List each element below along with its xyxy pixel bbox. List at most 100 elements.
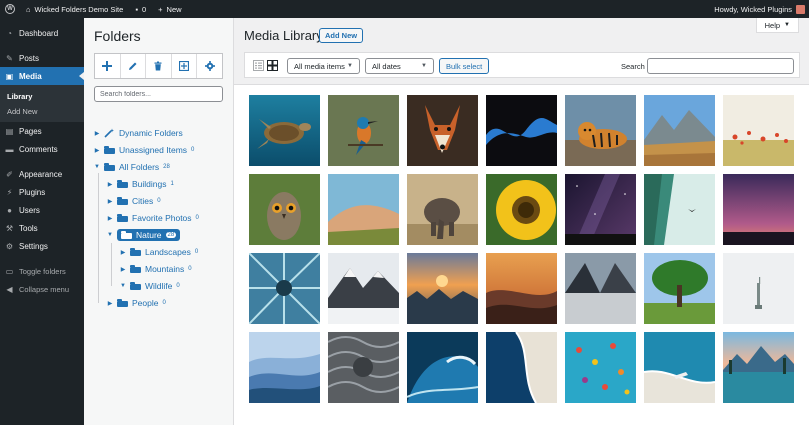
media-item-snowy-mountain[interactable]: [328, 253, 399, 324]
caret-down-icon[interactable]: ▼: [94, 164, 100, 170]
expand-all-button[interactable]: [172, 54, 198, 78]
caret-right-icon[interactable]: ▶: [94, 130, 100, 137]
comments-icon: ▬: [5, 144, 14, 154]
sidebar-item-label: Tools: [19, 223, 38, 233]
media-item-tiger[interactable]: [565, 95, 636, 166]
sidebar-item-tools[interactable]: ⚒ Tools: [0, 219, 84, 237]
comments-count: 0: [141, 4, 147, 14]
edit-folder-button[interactable]: [121, 54, 147, 78]
toggle-folders-button[interactable]: ▭ Toggle folders: [0, 262, 84, 280]
folder-label: Favorite Photos: [132, 213, 192, 223]
caret-down-icon[interactable]: ▼: [120, 283, 126, 289]
caret-right-icon[interactable]: ▶: [107, 181, 113, 188]
date-filter-value: All dates: [372, 61, 401, 71]
search-folders-input[interactable]: [94, 86, 223, 102]
media-item-ocean-wave[interactable]: [407, 332, 478, 403]
page-title: Media Library: [244, 28, 323, 43]
media-item-blue-mountain-layers[interactable]: [249, 332, 320, 403]
folder-count: 0: [162, 300, 166, 306]
media-type-filter[interactable]: All media items ▼: [287, 58, 360, 74]
dashboard-icon: ◔: [7, 28, 12, 38]
list-view-icon[interactable]: [253, 60, 264, 71]
folder-mountains[interactable]: ▶ Mountains 0: [120, 262, 192, 276]
media-item-purple-sunset[interactable]: [723, 174, 794, 245]
sidebar-item-plugins[interactable]: ⚡ Plugins: [0, 183, 84, 201]
user-icon: ●: [7, 205, 12, 215]
help-tab-button[interactable]: Help ▼: [755, 18, 799, 33]
pages-icon: ▤: [5, 126, 14, 136]
caret-right-icon[interactable]: ▶: [94, 147, 100, 154]
add-folder-button[interactable]: [95, 54, 121, 78]
admin-bar-new[interactable]: + New: [152, 0, 187, 18]
caret-right-icon[interactable]: ▶: [107, 215, 113, 222]
media-item-wavy-texture[interactable]: [328, 332, 399, 403]
media-item-kingfisher[interactable]: [328, 95, 399, 166]
folder-unassigned-items[interactable]: ▶ Unassigned Items 0: [94, 143, 195, 157]
media-item-sunflower[interactable]: [486, 174, 557, 245]
sidebar-item-media[interactable]: ▣ Media: [0, 67, 84, 85]
sidebar-item-posts[interactable]: ✎ Posts: [0, 49, 84, 67]
media-item-misty-valley[interactable]: [486, 253, 557, 324]
date-filter[interactable]: All dates ▼: [365, 58, 434, 74]
media-item-fox[interactable]: [407, 95, 478, 166]
media-item-beach-aerial[interactable]: [486, 332, 557, 403]
search-media-input[interactable]: [647, 58, 794, 74]
folder-people[interactable]: ▶ People 0: [107, 296, 166, 310]
collapse-menu-label: Collapse menu: [19, 284, 70, 294]
media-item-owl[interactable]: [249, 174, 320, 245]
media-item-hot-air-balloons[interactable]: [565, 332, 636, 403]
selected-folder-highlight[interactable]: Nature 28: [117, 229, 181, 241]
delete-folder-button[interactable]: [146, 54, 172, 78]
media-item-cloud-sea-sunset[interactable]: [407, 253, 478, 324]
caret-right-icon[interactable]: ▶: [107, 198, 113, 205]
add-new-button[interactable]: Add New: [319, 28, 364, 43]
media-item-blue-river-aerial[interactable]: [486, 95, 557, 166]
caret-down-icon[interactable]: ▼: [107, 232, 113, 238]
collapse-menu-button[interactable]: ◀ Collapse menu: [0, 280, 84, 298]
submenu-add-new[interactable]: Add New: [0, 104, 84, 119]
media-item-mountain-valley[interactable]: [644, 95, 715, 166]
caret-right-icon[interactable]: ▶: [120, 249, 126, 256]
sidebar-item-users[interactable]: ● Users: [0, 201, 84, 219]
media-submenu: Library Add New: [0, 85, 84, 122]
folder-nature[interactable]: ▼ Nature 28: [107, 228, 181, 242]
folder-label: Nature: [136, 230, 162, 240]
folder-landscapes[interactable]: ▶ Landscapes 0: [120, 245, 199, 259]
media-item-teal-waterfall-bird[interactable]: [644, 174, 715, 245]
folder-all-folders[interactable]: ▼ All Folders 28: [94, 160, 170, 174]
plus-icon: +: [158, 4, 163, 14]
folder-wildlife[interactable]: ▼ Wildlife 0: [120, 279, 180, 293]
media-item-sea-turtle[interactable]: [249, 95, 320, 166]
admin-bar-site-home[interactable]: ⌂ Wicked Folders Demo Site: [20, 0, 129, 18]
media-item-wildflower-field[interactable]: [723, 95, 794, 166]
submenu-library[interactable]: Library: [0, 89, 84, 104]
folder-label: All Folders: [119, 162, 160, 172]
media-item-desert-dunes[interactable]: [328, 174, 399, 245]
folder-dynamic-folders[interactable]: ▶ Dynamic Folders: [94, 126, 183, 140]
media-item-lone-tree[interactable]: [644, 253, 715, 324]
sidebar-item-appearance[interactable]: ✐ Appearance: [0, 165, 84, 183]
sidebar-item-comments[interactable]: ▬ Comments: [0, 140, 84, 158]
caret-right-icon[interactable]: ▶: [120, 266, 126, 273]
admin-bar-account[interactable]: Howdy, Wicked Plugins: [714, 4, 809, 14]
grid-view-icon[interactable]: [267, 60, 278, 71]
sidebar-item-pages[interactable]: ▤ Pages: [0, 122, 84, 140]
media-item-boat-on-beach[interactable]: [644, 332, 715, 403]
caret-right-icon[interactable]: ▶: [107, 300, 113, 307]
media-item-starry-sky[interactable]: [565, 174, 636, 245]
media-item-elephant[interactable]: [407, 174, 478, 245]
sidebar-item-settings[interactable]: ⚙ Settings: [0, 237, 84, 255]
folder-cities[interactable]: ▶ Cities 0: [107, 194, 161, 208]
folder-favorite-photos[interactable]: ▶ Favorite Photos 0: [107, 211, 199, 225]
media-item-mountain-lake[interactable]: [565, 253, 636, 324]
bulk-select-button[interactable]: Bulk select: [439, 58, 490, 74]
folder-settings-button[interactable]: [197, 54, 222, 78]
admin-bar-comments[interactable]: ▪ 0: [129, 0, 152, 18]
media-item-mountain-lake-reflection[interactable]: [723, 332, 794, 403]
sidebar-item-dashboard[interactable]: ◔ Dashboard: [0, 24, 84, 42]
media-item-statue-of-liberty[interactable]: [723, 253, 794, 324]
folder-count: 0: [194, 249, 199, 255]
media-item-blue-aerial-tree[interactable]: [249, 253, 320, 324]
folder-buildings[interactable]: ▶ Buildings 1: [107, 177, 174, 191]
wordpress-logo-icon[interactable]: W: [0, 0, 20, 18]
